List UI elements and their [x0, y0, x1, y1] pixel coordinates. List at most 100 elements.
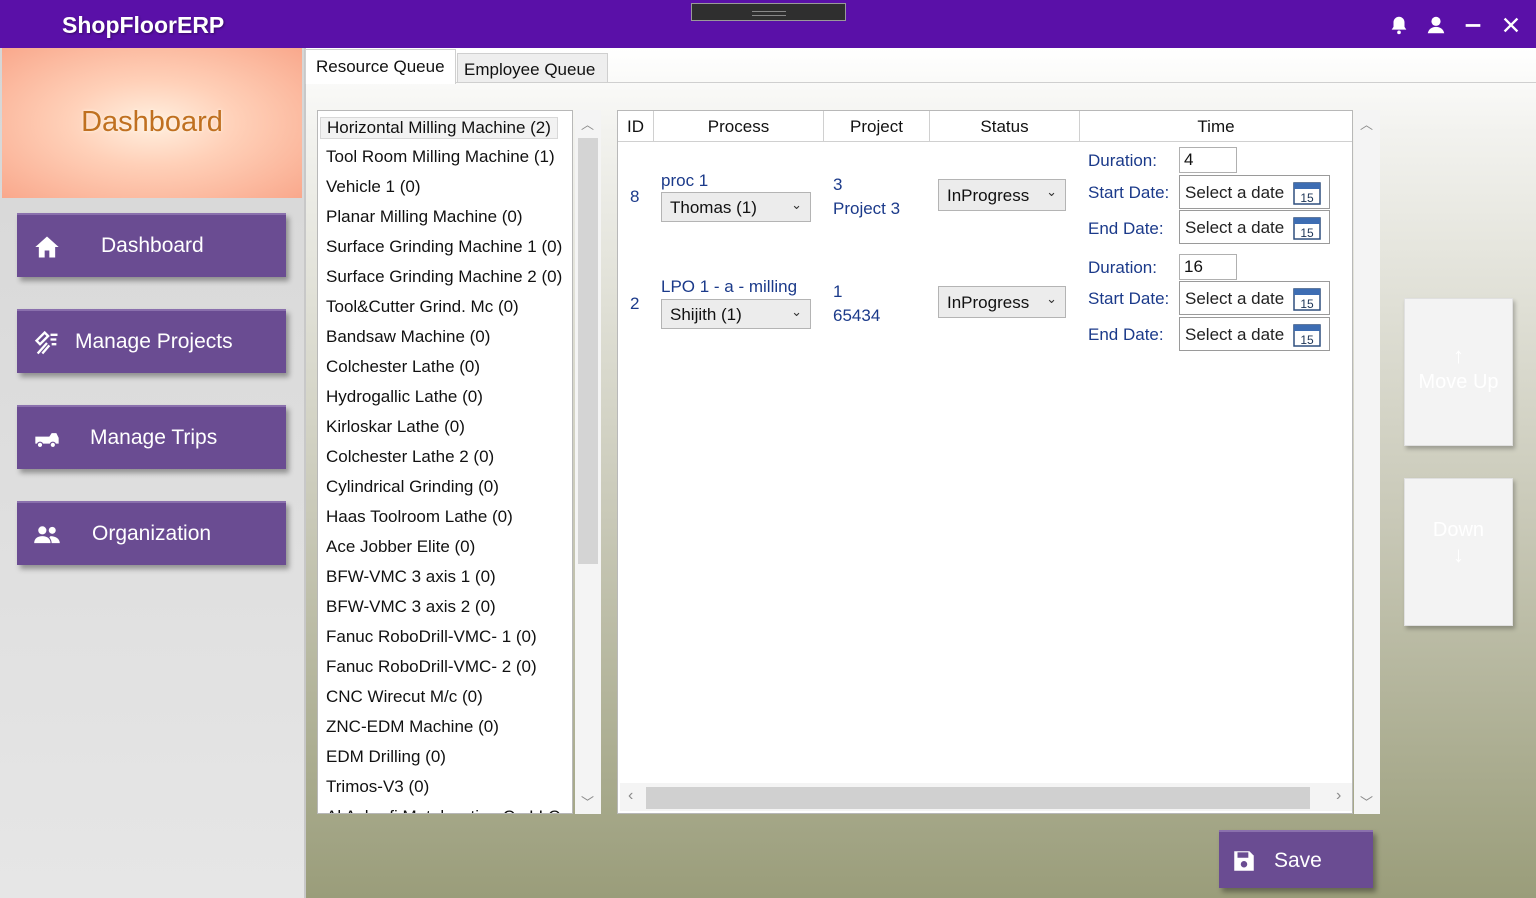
row-1-status-value: InProgress	[947, 186, 1030, 205]
resource-list-item[interactable]: Vehicle 1 (0)	[326, 177, 421, 197]
grid-horizontal-scroll-thumb[interactable]	[646, 787, 1310, 809]
resource-list-item[interactable]: Ace Jobber Elite (0)	[326, 537, 475, 557]
column-header-id[interactable]: ID	[618, 111, 654, 142]
resource-list-item[interactable]: Surface Grinding Machine 1 (0)	[326, 237, 562, 257]
scroll-down-arrow-icon[interactable]: ﹀	[1360, 792, 1373, 811]
resource-list-item[interactable]: Al Ashrafi Metalcasting Co LLC	[326, 807, 560, 813]
save-label: Save	[1274, 849, 1322, 872]
row-2-start-date-picker[interactable]: Select a date 15	[1179, 281, 1330, 315]
row-2-employee-dropdown[interactable]: Shijith (1) ⌄	[661, 299, 811, 329]
nav-manage-projects-label: Manage Projects	[75, 330, 233, 353]
row-2-start-date-text: Select a date	[1185, 289, 1285, 308]
row-2-project-name: 65434	[833, 306, 881, 325]
resource-list-item[interactable]: Tool Room Milling Machine (1)	[326, 147, 555, 167]
row-2-project-number: 1	[833, 282, 843, 301]
row-1-employee-dropdown[interactable]: Thomas (1) ⌄	[661, 192, 811, 222]
sidebar: Dashboard Dashboard Manage Projects Mana…	[0, 48, 306, 898]
resource-list-item[interactable]: Tool&Cutter Grind. Mc (0)	[326, 297, 519, 317]
row-1-end-date-text: Select a date	[1185, 218, 1285, 237]
app-title: ShopFloorERP	[62, 12, 225, 38]
row-2-status-value: InProgress	[947, 293, 1030, 312]
resource-list-item[interactable]: Cylindrical Grinding (0)	[326, 477, 499, 497]
resource-list-item[interactable]: Trimos-V3 (0)	[326, 777, 429, 797]
resource-list-item[interactable]: Fanuc RoboDrill-VMC- 2 (0)	[326, 657, 537, 677]
svg-text:15: 15	[1300, 191, 1314, 205]
move-down-button[interactable]: Down ↓	[1404, 478, 1513, 626]
tab-employee-queue[interactable]: Employee Queue	[457, 53, 608, 83]
row-1-end-date-label: End Date:	[1088, 219, 1164, 238]
resource-list-item[interactable]: Bandsaw Machine (0)	[326, 327, 490, 347]
grid-horizontal-scrollbar[interactable]: ‹ ›	[620, 783, 1352, 811]
resource-list-scrollbar[interactable]: ︿ ﹀	[575, 110, 601, 814]
row-2-start-date-label: Start Date:	[1088, 289, 1170, 308]
grid-vertical-scrollbar[interactable]: ︿ ﹀	[1354, 110, 1380, 814]
arrow-up-icon: ↑	[1453, 343, 1464, 368]
resource-list-item[interactable]: ZNC-EDM Machine (0)	[326, 717, 499, 737]
resource-list-item[interactable]: Planar Milling Machine (0)	[326, 207, 523, 227]
resource-list-item[interactable]: Colchester Lathe (0)	[326, 357, 480, 377]
minimize-icon[interactable]	[1462, 14, 1484, 36]
column-header-project[interactable]: Project	[824, 111, 930, 142]
row-1-status-dropdown[interactable]: InProgress ⌄	[938, 179, 1066, 211]
scroll-down-arrow-icon[interactable]: ﹀	[581, 792, 594, 811]
row-1-end-date-picker[interactable]: Select a date 15	[1179, 210, 1330, 244]
resource-list-item[interactable]: Horizontal Milling Machine (2)	[320, 117, 558, 139]
tab-employee-queue-label: Employee Queue	[464, 60, 596, 79]
resource-list-scroll-thumb[interactable]	[578, 138, 598, 564]
close-icon[interactable]	[1500, 14, 1522, 36]
queue-grid: ID Process Project Status Time 8 proc 1 …	[617, 110, 1353, 814]
row-2-process: LPO 1 - a - milling	[661, 277, 798, 296]
scroll-right-arrow-icon[interactable]: ›	[1336, 787, 1341, 805]
resource-list: Horizontal Milling Machine (2) Tool Room …	[317, 110, 573, 814]
tab-resource-queue[interactable]: Resource Queue	[305, 49, 456, 84]
calendar-icon[interactable]: 15	[1293, 216, 1321, 240]
scroll-up-arrow-icon[interactable]: ︿	[1360, 114, 1373, 133]
calendar-icon[interactable]: 15	[1293, 287, 1321, 311]
column-header-time[interactable]: Time	[1080, 111, 1352, 142]
user-icon[interactable]	[1425, 14, 1447, 36]
row-2-duration-label: Duration:	[1088, 258, 1157, 277]
row-1-start-date-picker[interactable]: Select a date 15	[1179, 175, 1330, 209]
people-icon	[34, 526, 60, 544]
column-header-process[interactable]: Process	[654, 111, 824, 142]
calendar-icon[interactable]: 15	[1293, 181, 1321, 205]
calendar-icon[interactable]: 15	[1293, 323, 1321, 347]
resource-list-item[interactable]: EDM Drilling (0)	[326, 747, 446, 767]
row-1-project-number: 3	[833, 175, 843, 194]
resource-list-item[interactable]: BFW-VMC 3 axis 1 (0)	[326, 567, 496, 587]
chevron-down-icon: ⌄	[791, 197, 802, 212]
resource-list-item[interactable]: Hydrogallic Lathe (0)	[326, 387, 483, 407]
svg-text:15: 15	[1300, 297, 1314, 311]
row-2-status-dropdown[interactable]: InProgress ⌄	[938, 286, 1066, 318]
nav-dashboard-label: Dashboard	[101, 234, 204, 257]
nav-manage-trips-button[interactable]: Manage Trips	[17, 405, 286, 469]
move-up-button[interactable]: ↑ Move Up	[1404, 298, 1513, 446]
resource-list-item[interactable]: Colchester Lathe 2 (0)	[326, 447, 494, 467]
row-2-end-date-picker[interactable]: Select a date 15	[1179, 317, 1330, 351]
save-button[interactable]: Save	[1219, 830, 1373, 888]
resource-list-item[interactable]: Fanuc RoboDrill-VMC- 1 (0)	[326, 627, 537, 647]
scroll-up-arrow-icon[interactable]: ︿	[581, 114, 594, 133]
column-header-status[interactable]: Status	[930, 111, 1080, 142]
resource-list-item[interactable]: Surface Grinding Machine 2 (0)	[326, 267, 562, 287]
nav-dashboard-button[interactable]: Dashboard	[17, 213, 286, 277]
row-2-duration-input[interactable]: 16	[1179, 254, 1237, 280]
move-down-label: Down	[1432, 519, 1485, 541]
projects-icon	[34, 330, 58, 355]
bell-icon[interactable]	[1388, 14, 1410, 36]
nav-manage-projects-button[interactable]: Manage Projects	[17, 309, 286, 373]
nav-organization-button[interactable]: Organization	[17, 501, 286, 565]
chevron-down-icon: ⌄	[791, 304, 802, 319]
drag-handle[interactable]	[691, 3, 846, 21]
resource-list-item[interactable]: Haas Toolroom Lathe (0)	[326, 507, 513, 527]
resource-list-item[interactable]: CNC Wirecut M/c (0)	[326, 687, 483, 707]
chevron-down-icon: ⌄	[1046, 184, 1057, 199]
row-1-process: proc 1	[661, 171, 709, 190]
resource-list-item[interactable]: Kirloskar Lathe (0)	[326, 417, 465, 437]
resource-list-item[interactable]: BFW-VMC 3 axis 2 (0)	[326, 597, 496, 617]
truck-icon	[35, 433, 59, 449]
svg-text:15: 15	[1300, 333, 1314, 347]
chevron-down-icon: ⌄	[1046, 291, 1057, 306]
row-1-duration-input[interactable]: 4	[1179, 147, 1237, 173]
scroll-left-arrow-icon[interactable]: ‹	[628, 787, 633, 805]
